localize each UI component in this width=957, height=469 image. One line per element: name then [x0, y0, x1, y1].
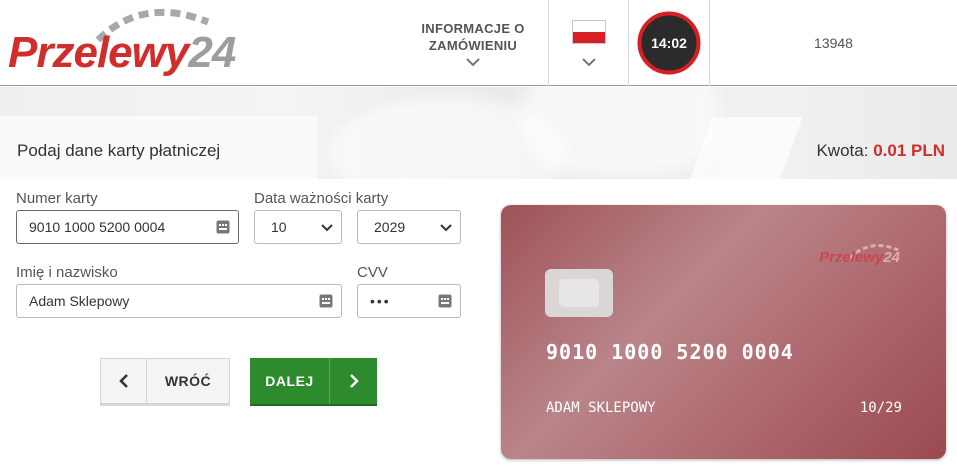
card-logo: Przelewy24 — [819, 249, 900, 266]
back-icon-box — [101, 359, 147, 403]
language-selector[interactable] — [549, 0, 628, 86]
cvv-label: CVV — [357, 264, 388, 281]
card-preview-expiry: 10/29 — [859, 400, 902, 416]
order-info-toggle[interactable]: INFORMACJE O ZAMÓWIENIU — [398, 0, 548, 86]
card-number-label: Numer karty — [16, 190, 98, 207]
expiry-month-value: 10 — [271, 219, 287, 235]
cvv-value: ••• — [370, 293, 391, 309]
session-timer: 14:02 — [629, 0, 709, 86]
keyboard-icon[interactable] — [319, 294, 333, 308]
caret-down-icon — [440, 224, 452, 232]
page-title: Podaj dane karty płatniczej — [17, 141, 221, 160]
next-button[interactable]: DALEJ — [250, 358, 377, 404]
merchant-id: 13948 — [814, 35, 853, 51]
name-value: Adam Sklepowy — [29, 293, 130, 309]
next-icon-box — [330, 358, 377, 404]
keyboard-icon[interactable] — [216, 220, 230, 234]
chevron-down-icon — [581, 57, 596, 66]
keyboard-icon[interactable] — [438, 294, 452, 308]
back-button[interactable]: WRÓĆ — [100, 358, 230, 404]
expiry-year-select[interactable]: 2029 — [357, 210, 461, 244]
polish-flag-icon — [571, 19, 606, 44]
back-button-label: WRÓĆ — [164, 373, 212, 389]
card-preview: Przelewy24 9010 1000 5200 0004 ADAM SKLE… — [501, 205, 946, 459]
przelewy24-logo[interactable]: Przelewy24 — [8, 2, 236, 82]
name-input[interactable]: Adam Sklepowy — [16, 284, 342, 318]
card-logo-main: Przelewy — [819, 249, 884, 266]
logo-main-text: Przelewy — [8, 28, 189, 77]
chevron-down-icon — [466, 57, 480, 66]
card-number-value: 9010 1000 5200 0004 — [29, 219, 166, 235]
chevron-right-icon — [349, 374, 359, 388]
cvv-input[interactable]: ••• — [357, 284, 461, 318]
name-label: Imię i nazwisko — [16, 264, 118, 281]
card-chip-icon — [545, 269, 613, 317]
expiry-label: Data ważności karty — [254, 190, 389, 207]
header: Przelewy24 INFORMACJE O ZAMÓWIENIU 14:02… — [0, 0, 957, 86]
card-number-input[interactable]: 9010 1000 5200 0004 — [16, 210, 239, 244]
card-preview-number: 9010 1000 5200 0004 — [546, 340, 794, 364]
amount: Kwota: 0.01 PLN — [816, 141, 945, 161]
expiry-year-value: 2029 — [374, 219, 406, 235]
amount-value: 0.01 PLN — [873, 141, 945, 160]
caret-down-icon — [321, 224, 333, 232]
card-logo-num: 24 — [883, 249, 900, 266]
logo-number-text: 24 — [188, 28, 236, 77]
next-button-label: DALEJ — [250, 358, 330, 404]
logo-text: Przelewy24 — [8, 28, 236, 78]
order-info-label: INFORMACJE O ZAMÓWIENIU — [421, 20, 525, 53]
expiry-month-select[interactable]: 10 — [254, 210, 342, 244]
timer-text: 14:02 — [651, 35, 687, 51]
chevron-left-icon — [118, 374, 128, 388]
card-preview-holder: ADAM SKLEPOWY — [546, 400, 656, 416]
amount-label: Kwota: — [816, 141, 869, 160]
